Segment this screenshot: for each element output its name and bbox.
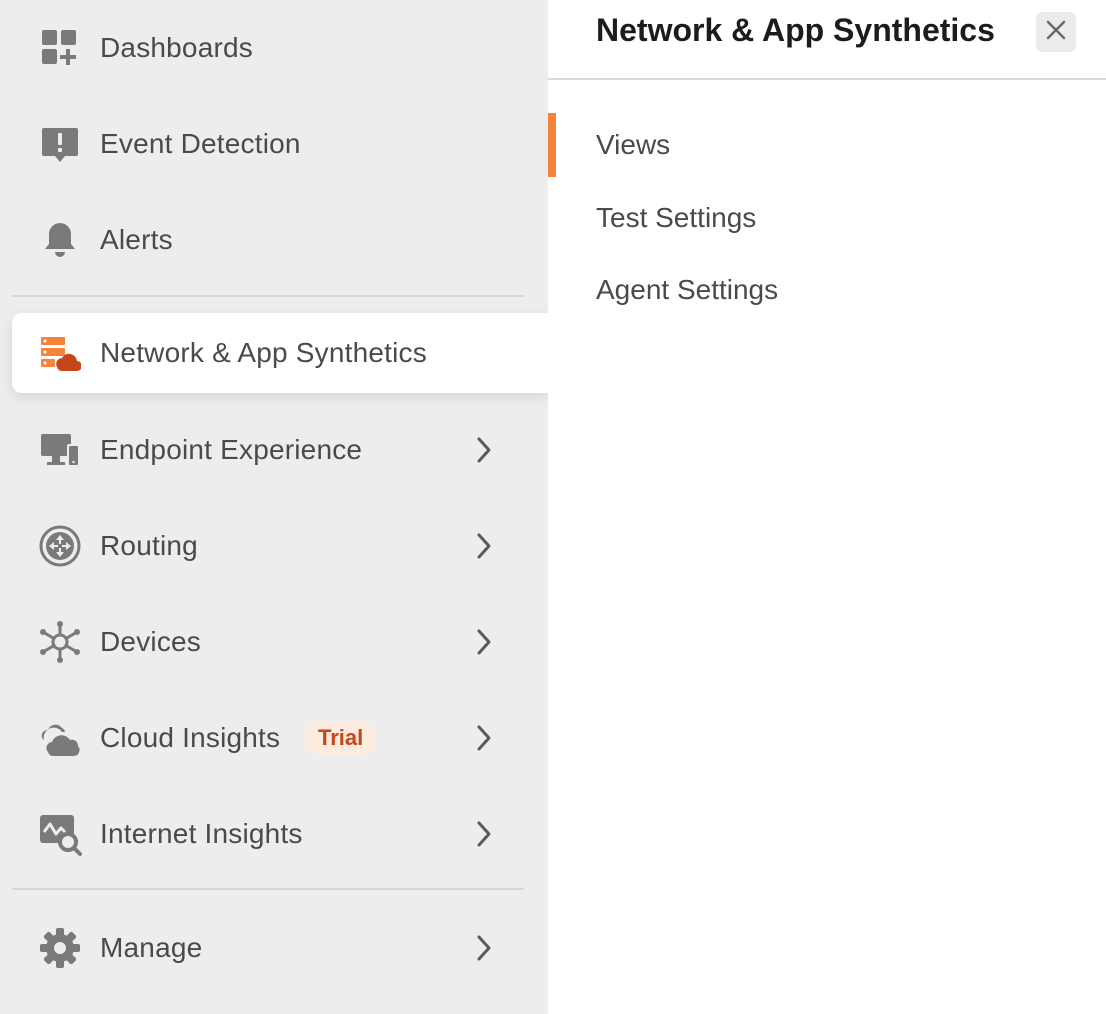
- chevron-right-icon: [472, 626, 496, 658]
- active-indicator: [548, 113, 556, 177]
- sidebar: Dashboards Event Detection Alerts Networ…: [0, 0, 548, 1014]
- submenu-panel: Network & App Synthetics Views Test Sett…: [548, 0, 1106, 1014]
- routing-icon: [38, 524, 82, 568]
- nav-label-dashboards: Dashboards: [100, 32, 253, 63]
- nav-item-routing[interactable]: Routing: [12, 506, 548, 586]
- nav-label-alerts: Alerts: [100, 224, 173, 255]
- nav-label-manage: Manage: [100, 932, 203, 963]
- sidebar-divider: [12, 888, 524, 890]
- internet-search-icon: [38, 812, 82, 856]
- chevron-right-icon: [472, 818, 496, 850]
- cloud-icon: [38, 716, 82, 760]
- devices-hub-icon: [38, 620, 82, 664]
- nav-item-dashboards[interactable]: Dashboards: [12, 8, 548, 88]
- gear-icon: [38, 926, 82, 970]
- nav-item-cloud-insights[interactable]: Cloud Insights Trial: [12, 698, 548, 778]
- submenu-item-views[interactable]: Views: [548, 113, 1106, 177]
- network-cloud-icon: [38, 331, 82, 375]
- submenu-label-test-settings: Test Settings: [596, 202, 757, 233]
- close-icon: [1045, 19, 1067, 46]
- nav-item-devices[interactable]: Devices: [12, 602, 548, 682]
- endpoint-devices-icon: [38, 428, 82, 472]
- nav-label-endpoint-experience: Endpoint Experience: [100, 434, 363, 465]
- chevron-right-icon: [472, 932, 496, 964]
- nav-label-event-detection: Event Detection: [100, 128, 301, 159]
- panel-header: Network & App Synthetics: [548, 0, 1106, 80]
- nav-item-alerts[interactable]: Alerts: [12, 200, 548, 280]
- nav-label-network-app-synthetics: Network & App Synthetics: [100, 337, 427, 368]
- nav-label-devices: Devices: [100, 626, 201, 657]
- chevron-right-icon: [472, 434, 496, 466]
- chevron-right-icon: [472, 722, 496, 754]
- submenu-label-agent-settings: Agent Settings: [596, 274, 779, 305]
- panel-title: Network & App Synthetics: [596, 12, 995, 48]
- nav-label-cloud-insights: Cloud Insights: [100, 722, 281, 753]
- alert-message-icon: [38, 122, 82, 166]
- submenu-item-test-settings[interactable]: Test Settings: [548, 186, 1106, 250]
- dashboard-add-icon: [38, 26, 82, 70]
- nav-item-manage[interactable]: Manage: [12, 908, 548, 988]
- bell-icon: [38, 218, 82, 262]
- nav-label-routing: Routing: [100, 530, 198, 561]
- chevron-right-icon: [472, 530, 496, 562]
- sidebar-divider: [12, 295, 524, 297]
- submenu-label-views: Views: [596, 129, 671, 160]
- nav-item-internet-insights[interactable]: Internet Insights: [12, 794, 548, 874]
- nav-label-internet-insights: Internet Insights: [100, 818, 303, 849]
- close-button[interactable]: [1036, 12, 1076, 52]
- nav-item-network-app-synthetics[interactable]: Network & App Synthetics: [12, 313, 548, 393]
- trial-badge: Trial: [304, 721, 378, 755]
- nav-item-endpoint-experience[interactable]: Endpoint Experience: [12, 410, 548, 490]
- submenu-item-agent-settings[interactable]: Agent Settings: [548, 258, 1106, 322]
- nav-item-event-detection[interactable]: Event Detection: [12, 104, 548, 184]
